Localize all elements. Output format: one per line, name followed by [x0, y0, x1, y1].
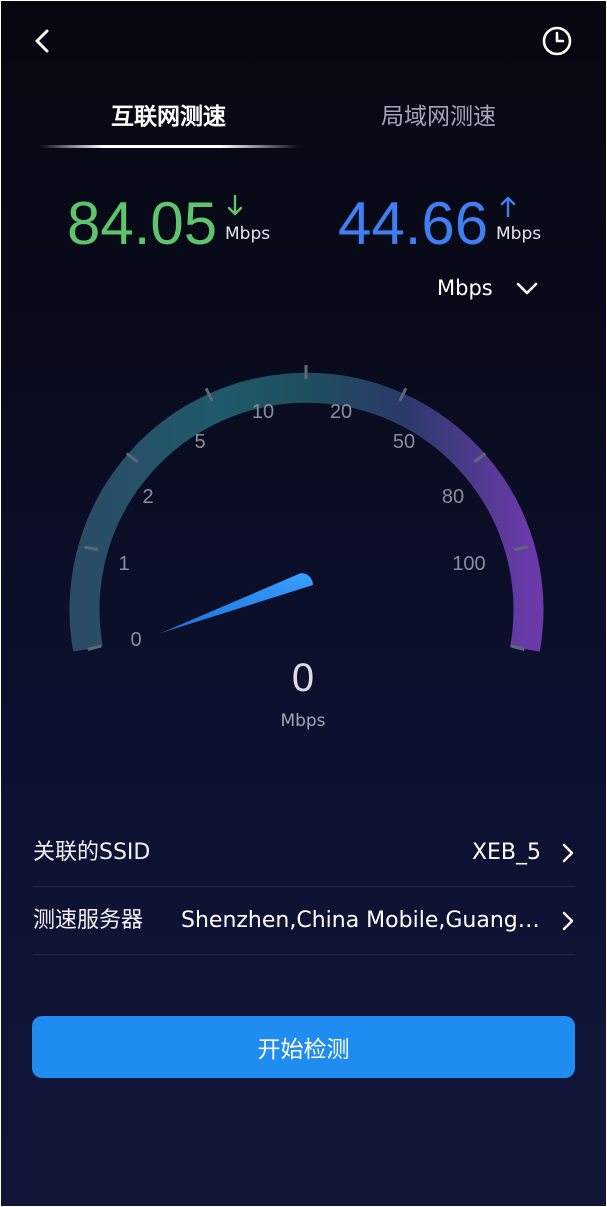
server-value: Shenzhen,China Mobile,Guangdong [181, 908, 541, 933]
gauge-tick-label-1: 1 [118, 553, 130, 575]
download-speed-value: 84.05 [67, 190, 218, 257]
divider [33, 954, 575, 955]
gauge-tick-label-20: 20 [329, 401, 353, 423]
gauge-needle [161, 573, 313, 633]
tab-lan-speed[interactable]: 局域网测速 [331, 97, 546, 137]
back-button[interactable] [27, 25, 59, 57]
chevron-down-icon [516, 282, 538, 295]
gauge-tick-label-50: 50 [392, 431, 416, 453]
arrow-up-icon [500, 196, 516, 218]
arrow-down-icon [227, 194, 243, 216]
server-row[interactable]: 测速服务器 Shenzhen,China Mobile,Guangdong [33, 889, 575, 953]
divider [33, 886, 575, 887]
speed-gauge [69, 365, 544, 652]
upload-speed-value: 44.66 [338, 190, 489, 257]
clock-icon [542, 26, 572, 56]
gauge-tick-label-10: 10 [251, 401, 275, 423]
gauge-unit: Mbps [280, 711, 326, 731]
active-tab-indicator [39, 145, 299, 148]
upload-speed-unit: Mbps [496, 224, 542, 244]
start-test-button[interactable]: 开始检测 [32, 1016, 575, 1078]
history-button[interactable] [539, 23, 575, 59]
unit-selector-label: Mbps [437, 276, 493, 300]
gauge-tick-label-2: 2 [142, 486, 154, 508]
chevron-right-icon [562, 911, 574, 931]
gauge-tick-label-100: 100 [452, 553, 486, 575]
download-speed-unit: Mbps [225, 224, 271, 244]
gauge-tick-label-80: 80 [441, 486, 465, 508]
ssid-row[interactable]: 关联的SSID XEB_5 [33, 821, 575, 885]
gauge-tick-label-5: 5 [194, 431, 206, 453]
unit-selector[interactable]: Mbps [437, 271, 547, 305]
speed-test-screen: 互联网测速 局域网测速 84.05 Mbps 44.66 Mbps Mbps 0… [1, 1, 606, 1206]
gauge-current-value: 0 [291, 656, 315, 700]
gauge-tick-label-0: 0 [130, 629, 142, 651]
chevron-left-icon [35, 29, 49, 53]
gauge-arc [69, 372, 544, 652]
tab-internet-speed[interactable]: 互联网测速 [61, 97, 276, 137]
ssid-label: 关联的SSID [33, 840, 151, 865]
server-label: 测速服务器 [33, 908, 144, 933]
chevron-right-icon [562, 843, 574, 863]
ssid-value: XEB_5 [471, 840, 541, 865]
